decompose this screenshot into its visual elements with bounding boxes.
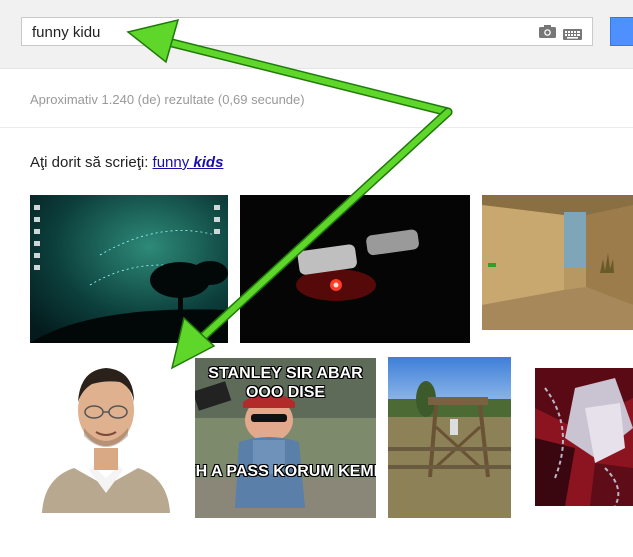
search-header: funny kidu (0, 0, 633, 69)
suggestion-plain: funny (152, 154, 190, 171)
suggestion-bold: kids (193, 154, 224, 171)
outdoor-structure-thumbnail[interactable] (388, 357, 511, 518)
did-you-mean: Aţi dorit să scrieţi: funny kids (30, 154, 223, 171)
divider (0, 127, 633, 128)
man-portrait-thumbnail[interactable] (34, 358, 178, 513)
camera-icon[interactable] (539, 25, 556, 38)
meme-caption-bottom: TH A PASS KORUM KEMN (195, 463, 376, 480)
anime-art-thumbnail[interactable] (535, 368, 633, 506)
search-query-text[interactable]: funny kidu (32, 24, 100, 41)
game-screenshot-thumbnail[interactable] (482, 195, 633, 330)
logo-intro-thumbnail[interactable] (240, 195, 470, 343)
baby-meme-thumbnail[interactable]: STANLEY SIR ABAR OOO DISE TH A PASS KORU… (195, 358, 376, 518)
desktop-wallpaper-thumbnail[interactable] (30, 195, 228, 343)
search-button[interactable] (610, 17, 633, 46)
did-you-mean-prompt: Aţi dorit să scrieţi: (30, 154, 149, 171)
keyboard-icon[interactable] (563, 27, 582, 40)
search-input[interactable]: funny kidu (21, 17, 593, 46)
meme-caption-top: STANLEY SIR ABAR OOO DISE (208, 365, 363, 401)
spelling-suggestion-link[interactable]: funny kids (153, 154, 224, 171)
result-stats: Aproximativ 1.240 (de) rezultate (0,69 s… (30, 92, 305, 107)
